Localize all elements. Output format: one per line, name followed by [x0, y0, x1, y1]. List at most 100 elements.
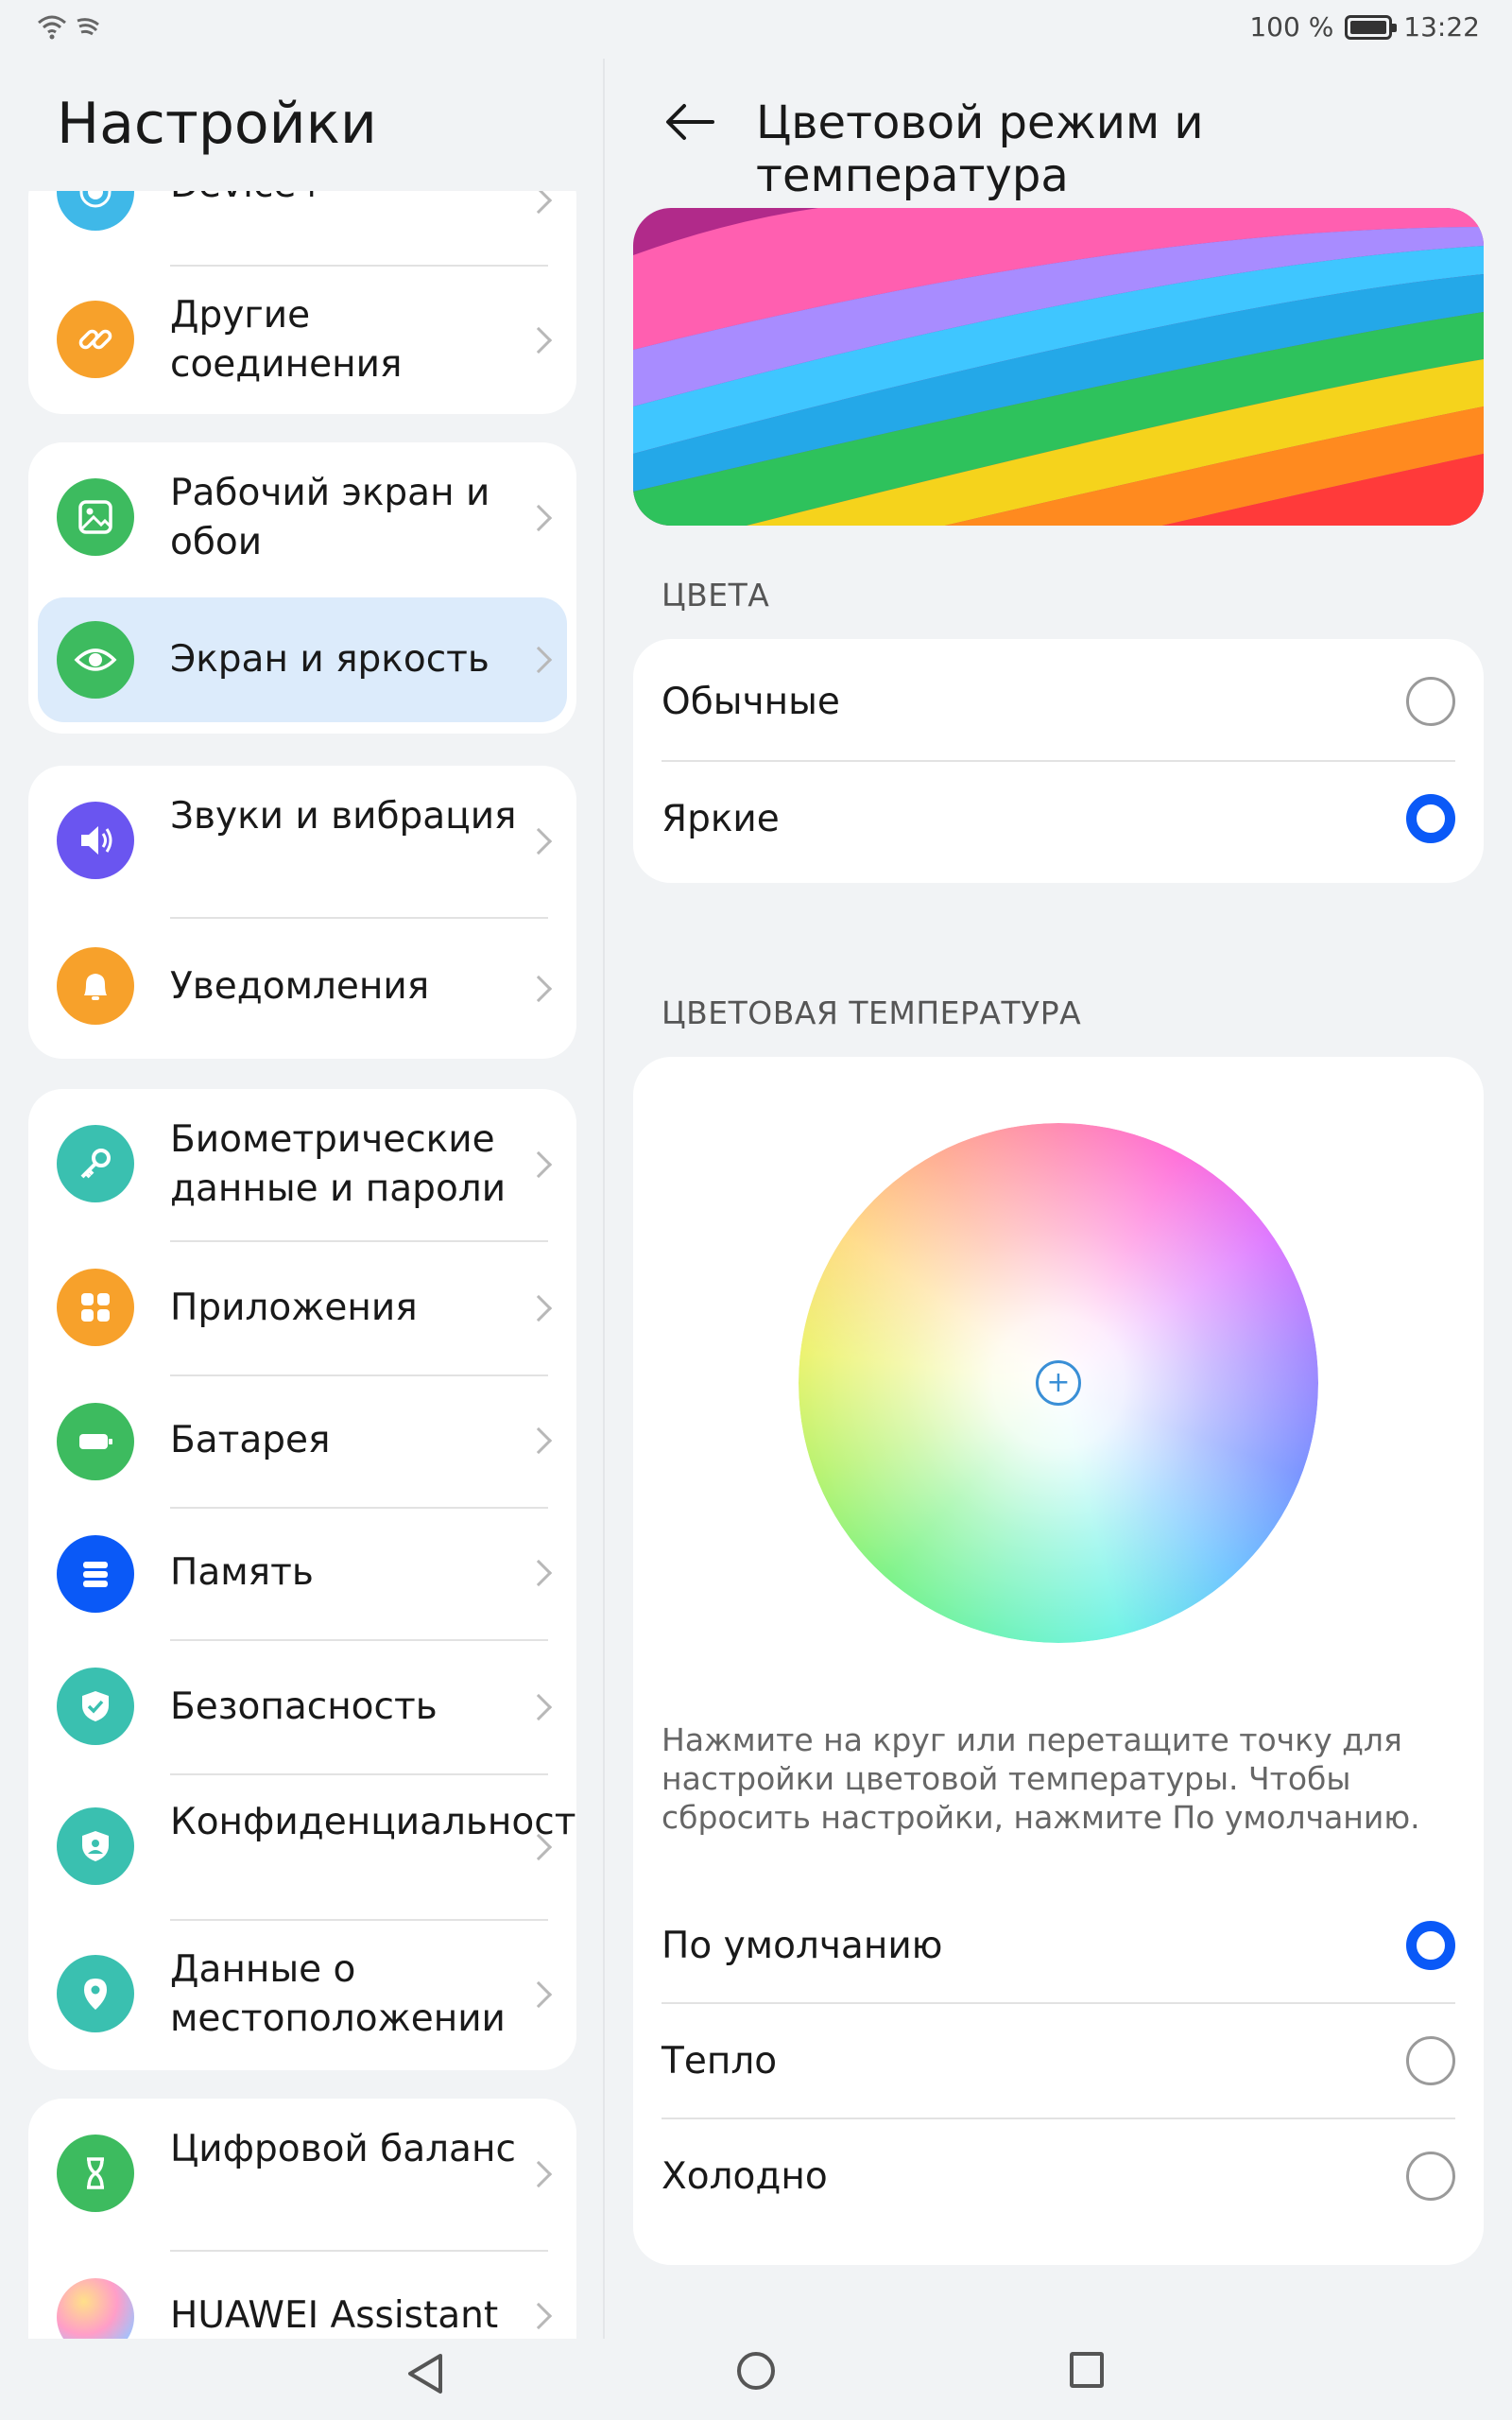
sidebar-item-other-connections[interactable]: Другие соединения: [28, 267, 576, 414]
storage-icon: [57, 1535, 134, 1613]
sidebar-item-display-brightness[interactable]: Экран и яркость: [38, 597, 567, 722]
system-nav-bar: [0, 2339, 1512, 2420]
sidebar-item-label: Рабочий экран и обои: [170, 472, 490, 563]
sidebar-item-biometrics[interactable]: Биометрические данные и пароли: [28, 1089, 576, 1240]
chevron-right-icon: [524, 1559, 553, 1587]
sidebar-item-label: Экран и яркость: [170, 638, 490, 681]
bell-icon: [57, 947, 134, 1025]
nav-recents-icon[interactable]: [1070, 2352, 1104, 2388]
option-label: Тепло: [662, 2039, 778, 2083]
sidebar-item-privacy[interactable]: Конфиденциальность: [28, 1775, 576, 1919]
sidebar-item-notifications[interactable]: Уведомления: [28, 919, 576, 1059]
sidebar-item-apps[interactable]: Приложения: [28, 1242, 576, 1374]
sidebar-item-battery[interactable]: Батарея: [28, 1376, 576, 1507]
color-mode-pane: Цветовой режим и температура ЦВЕТА Обычн…: [605, 59, 1512, 2339]
sidebar-item-home-screen[interactable]: Рабочий экран и обои: [28, 442, 576, 594]
sidebar-item-label: Безопасность: [170, 1685, 438, 1728]
sidebar-item-label: Данные о местоположении: [170, 1948, 506, 2040]
chevron-right-icon: [524, 326, 553, 354]
shield-check-icon: [57, 1668, 134, 1745]
chevron-right-icon: [524, 1150, 553, 1179]
chevron-right-icon: [524, 2302, 553, 2330]
chevron-right-icon: [524, 1693, 553, 1721]
nav-home-icon[interactable]: [737, 2352, 775, 2390]
radio-cold[interactable]: [1406, 2152, 1455, 2201]
settings-group-wellbeing: Цифровой баланс HUAWEI Assistant: [28, 2099, 576, 2339]
temperature-card: + Нажмите на круг или перетащите точку д…: [633, 1057, 1484, 2265]
sidebar-item-label: Device+: [170, 191, 529, 210]
battery-fill: [1350, 20, 1387, 34]
sidebar-item-security[interactable]: Безопасность: [28, 1641, 576, 1773]
chevron-right-icon: [524, 1426, 553, 1455]
sidebar-item-label: Уведомления: [170, 965, 430, 1008]
option-label: Холодно: [662, 2154, 828, 2198]
wifi-icon: [38, 15, 66, 40]
sidebar-item-label: HUAWEI Assistant: [170, 2294, 499, 2337]
sidebar-item-label: Батарея: [170, 1419, 331, 1461]
chevron-right-icon: [524, 2160, 553, 2188]
sidebar-item-huawei-assistant[interactable]: HUAWEI Assistant: [28, 2252, 576, 2339]
nfc-icon: [77, 18, 99, 36]
settings-list-pane: Настройки Device+ Другие соединения: [0, 59, 603, 2339]
eye-icon: [57, 621, 134, 699]
battery-percent: 100 %: [1249, 11, 1334, 43]
chevron-right-icon: [524, 191, 553, 215]
key-icon: [57, 1125, 134, 1202]
sidebar-item-device-plus[interactable]: Device+: [28, 191, 576, 267]
chevron-right-icon: [524, 646, 553, 674]
temperature-hint: Нажмите на круг или перетащите точку для…: [662, 1721, 1420, 1836]
sidebar-item-storage[interactable]: Память: [28, 1509, 576, 1639]
chevron-right-icon: [524, 1294, 553, 1322]
option-label: По умолчанию: [662, 1924, 943, 1967]
battery-icon: [1345, 14, 1398, 40]
page-title: Цветовой режим и температура: [756, 96, 1204, 202]
settings-group-system: Биометрические данные и пароли Приложени…: [28, 1089, 576, 2070]
sidebar-item-label: Конфиденциальность: [170, 1801, 576, 1843]
status-bar: 100 % 13:22: [0, 0, 1512, 59]
hourglass-icon: [57, 2135, 134, 2212]
color-temperature-wheel[interactable]: +: [799, 1123, 1318, 1643]
wallpaper-icon: [57, 478, 134, 556]
radio-normal[interactable]: [1406, 677, 1455, 726]
sidebar-item-sounds[interactable]: Звуки и вибрация: [28, 766, 576, 917]
sidebar-item-digital-balance[interactable]: Цифровой баланс: [28, 2099, 576, 2250]
privacy-icon: [57, 1807, 134, 1885]
location-icon: [57, 1955, 134, 2032]
wheel-handle-plus-icon[interactable]: +: [1036, 1360, 1081, 1406]
temperature-option-cold[interactable]: Холодно: [633, 2119, 1484, 2233]
settings-group-display: Рабочий экран и обои Экран и яркость: [28, 442, 576, 734]
sidebar-item-label: Память: [170, 1551, 314, 1594]
page-title: Настройки: [57, 91, 377, 157]
sidebar-item-label: Биометрические данные и пароли: [170, 1118, 507, 1210]
radio-vivid[interactable]: [1406, 794, 1455, 843]
color-option-normal[interactable]: Обычные: [633, 645, 1484, 758]
option-label: Обычные: [662, 680, 840, 723]
temperature-section-label: ЦВЕТОВАЯ ТЕМПЕРАТУРА: [662, 994, 1082, 1031]
settings-list[interactable]: Device+ Другие соединения Рабочий экран …: [0, 191, 603, 2339]
colors-card: Обычные Яркие: [633, 639, 1484, 883]
sidebar-item-label: Другие соединения: [170, 294, 403, 386]
settings-group-connections: Device+ Другие соединения: [28, 191, 576, 414]
settings-group-sound-notifications: Звуки и вибрация Уведомления: [28, 766, 576, 1059]
battery-icon: [57, 1403, 134, 1480]
huawei-assistant-icon: [57, 2278, 134, 2339]
chevron-right-icon: [524, 1980, 553, 2009]
colors-section-label: ЦВЕТА: [662, 577, 770, 614]
chevron-right-icon: [524, 504, 553, 532]
temperature-option-warm[interactable]: Тепло: [633, 2004, 1484, 2118]
clock: 13:22: [1403, 11, 1480, 43]
chevron-right-icon: [524, 827, 553, 856]
device-plus-icon: [57, 191, 134, 231]
apps-icon: [57, 1269, 134, 1346]
nav-back-icon[interactable]: [404, 2352, 446, 2395]
radio-default[interactable]: [1406, 1921, 1455, 1970]
speaker-icon: [57, 802, 134, 879]
sidebar-item-label: Приложения: [170, 1287, 418, 1329]
radio-warm[interactable]: [1406, 2036, 1455, 2085]
color-option-vivid[interactable]: Яркие: [633, 762, 1484, 875]
rainbow-preview-image: [633, 208, 1484, 526]
temperature-option-default[interactable]: По умолчанию: [633, 1889, 1484, 2002]
link-icon: [57, 301, 134, 378]
back-arrow-icon[interactable]: [662, 98, 718, 146]
sidebar-item-location[interactable]: Данные о местоположении: [28, 1921, 576, 2070]
